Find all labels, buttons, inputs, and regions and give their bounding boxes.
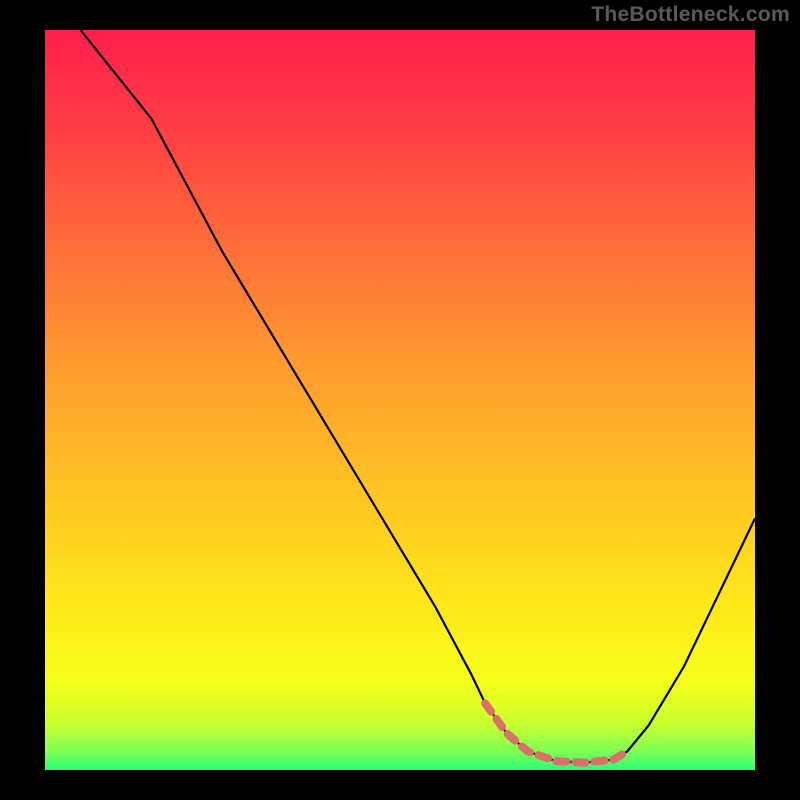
gradient-background <box>45 30 755 770</box>
chart-frame: TheBottleneck.com <box>0 0 800 800</box>
chart-svg <box>45 30 755 770</box>
plot-area <box>45 30 755 770</box>
watermark-text: TheBottleneck.com <box>591 3 790 27</box>
